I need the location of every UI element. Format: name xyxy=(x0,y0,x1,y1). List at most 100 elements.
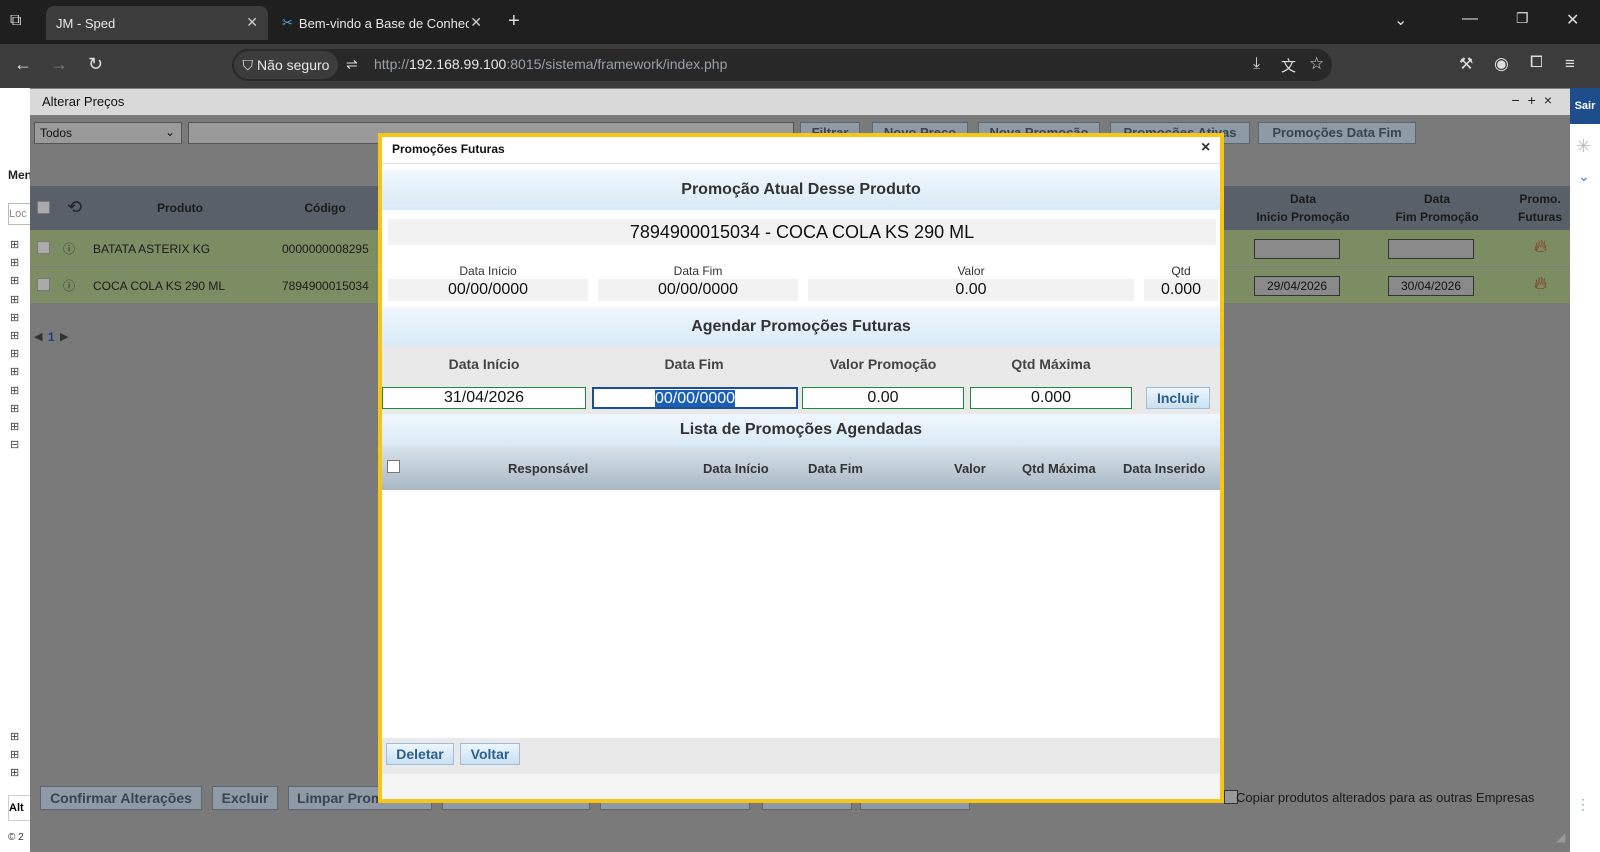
label-data-fim: Data Fim xyxy=(673,264,723,278)
tab-knowledge-base[interactable]: ✂ Bem-vindo a Base de Conhecim ✕ xyxy=(272,6,492,40)
close-icon[interactable]: × xyxy=(1201,139,1210,157)
pager-prev-icon[interactable]: ◀ xyxy=(34,330,42,343)
copy-products-label: Copiar produtos alterados para as outras… xyxy=(1236,790,1535,805)
flame-icon[interactable]: 🔥︎ xyxy=(1534,273,1547,294)
current-qtd: 0.000 xyxy=(1144,279,1218,301)
filter-select[interactable]: Todos ⌄ xyxy=(34,122,182,144)
tree-expanders[interactable]: ⊞ ⊞ ⊞ ⊞ ⊞ ⊞ ⊞ ⊞ ⊞ ⊞ ⊞ ⊟ xyxy=(10,236,28,454)
col-list-data-fim[interactable]: Data Fim xyxy=(808,461,863,476)
row-data-inicio-input[interactable]: 29/04/2026 xyxy=(1254,276,1340,296)
col-data-fim-line1: Data xyxy=(1423,192,1450,206)
col-list-data-inicio[interactable]: Data Início xyxy=(703,461,769,476)
profile-icon[interactable]: ◉ xyxy=(1494,54,1509,74)
shield-icon: ⛉ xyxy=(242,56,254,73)
reload-icon[interactable]: ↻ xyxy=(88,54,103,75)
menu-label: Men xyxy=(8,168,32,182)
excluir-button[interactable]: Excluir xyxy=(212,786,278,810)
confirmar-alteracoes-button[interactable]: Confirmar Alterações xyxy=(40,786,202,810)
menu-icon[interactable]: ≡ xyxy=(1565,54,1575,74)
resize-grip-icon[interactable]: ◢ xyxy=(1556,830,1565,844)
security-chip[interactable]: ⛉ Não seguro xyxy=(234,51,338,79)
col-list-valor[interactable]: Valor xyxy=(954,461,986,476)
col-list-inserido[interactable]: Data Inserido xyxy=(1123,461,1205,476)
locate-input[interactable]: Loc xyxy=(8,203,32,225)
forward-icon[interactable]: → xyxy=(50,54,68,75)
copyright-text: © 2 xyxy=(8,832,24,843)
incluir-button[interactable]: Incluir xyxy=(1146,387,1210,409)
extensions-icon[interactable]: ⧠ xyxy=(1530,54,1543,72)
site-settings-icon[interactable]: ⇌ xyxy=(346,56,358,73)
current-valor: 0.00 xyxy=(808,279,1134,301)
col-codigo[interactable]: Código xyxy=(290,199,360,217)
label-sched-inicio: Data Início xyxy=(448,356,520,372)
window-controls[interactable]: −+× xyxy=(1511,92,1560,108)
list-heading: Lista de Promoções Agendadas xyxy=(382,414,1220,446)
bottom-tab[interactable]: Alt xyxy=(8,795,32,821)
label-sched-valor: Valor Promoção xyxy=(829,356,937,372)
loading-icon: ✳ xyxy=(1576,136,1592,156)
col-responsavel[interactable]: Responsável xyxy=(508,461,588,476)
col-data-inicio-line2: Inicio Promoção xyxy=(1256,210,1350,224)
row-produto: COCA COLA KS 290 ML xyxy=(93,279,226,293)
close-icon[interactable]: ✕ xyxy=(246,14,258,31)
tab-search-icon[interactable]: ⧉ xyxy=(10,12,21,30)
label-qtd: Qtd xyxy=(1171,264,1191,278)
favicon-icon: ✂ xyxy=(282,15,293,30)
current-data-fim: 00/00/0000 xyxy=(598,279,798,301)
select-all-checkbox[interactable] xyxy=(37,201,50,214)
url-text[interactable]: http://192.168.99.100:8015/sistema/frame… xyxy=(374,56,727,72)
row-data-inicio-input[interactable] xyxy=(1254,239,1340,259)
star-icon[interactable]: ☆ xyxy=(1309,54,1324,74)
list-select-all-checkbox[interactable] xyxy=(387,460,400,473)
close-icon[interactable]: ✕ xyxy=(470,14,482,31)
row-data-fim-input[interactable] xyxy=(1388,239,1474,259)
translate-icon[interactable]: 文 xyxy=(1281,55,1296,76)
pager-page[interactable]: 1 xyxy=(48,330,55,344)
restore-icon[interactable]: ❐ xyxy=(1516,10,1529,27)
deletar-button[interactable]: Deletar xyxy=(386,743,454,765)
new-tab-icon[interactable]: + xyxy=(508,10,520,33)
current-promo-heading: Promoção Atual Desse Produto xyxy=(382,170,1220,210)
list-body xyxy=(382,490,1220,738)
promocoes-data-fim-button[interactable]: Promoções Data Fim xyxy=(1258,122,1416,144)
logout-button[interactable]: Sair xyxy=(1570,88,1600,124)
window-titlebar: Alterar Preços xyxy=(30,89,1570,115)
url-path: :8015/sistema/framework/index.php xyxy=(506,56,728,72)
col-list-qtd[interactable]: Qtd Máxima xyxy=(1022,461,1096,476)
sched-inicio-input[interactable]: 31/04/2026 xyxy=(382,387,586,409)
current-product: 7894900015034 - COCA COLA KS 290 ML xyxy=(388,219,1216,245)
scroll-icon[interactable]: ⋮ xyxy=(1576,796,1590,813)
row-codigo: 0000000008295 xyxy=(282,242,369,256)
label-sched-fim: Data Fim xyxy=(664,356,724,372)
modal-titlebar: Promoções Futuras xyxy=(382,137,1220,164)
pager-next-icon[interactable]: ▶ xyxy=(60,330,68,343)
info-icon[interactable]: ⓘ xyxy=(63,277,75,294)
chevron-down-icon[interactable]: ⌄ xyxy=(1394,10,1407,30)
col-produto[interactable]: Produto xyxy=(140,199,220,217)
label-sched-qtd: Qtd Máxima xyxy=(1011,356,1091,372)
modal-title: Promoções Futuras xyxy=(392,142,505,156)
window-close-icon[interactable]: ✕ xyxy=(1566,10,1579,30)
dropdown-circle-icon[interactable]: ⌄ xyxy=(1578,168,1590,185)
modal-bottom-bar xyxy=(382,774,1220,799)
tree-expanders-bottom[interactable]: ⊞ ⊞ ⊞ xyxy=(10,728,19,782)
back-icon[interactable]: ← xyxy=(14,54,32,75)
sched-fim-value: 00/00/0000 xyxy=(654,390,736,407)
refresh-icon[interactable]: ⟲ xyxy=(67,197,82,218)
sched-qtd-input[interactable]: 0.000 xyxy=(970,387,1132,409)
row-checkbox[interactable] xyxy=(37,241,50,254)
minimize-icon[interactable]: — xyxy=(1462,10,1478,28)
row-data-fim-input[interactable]: 30/04/2026 xyxy=(1388,276,1474,296)
install-icon[interactable]: ⤓ xyxy=(1253,55,1260,73)
url-prefix: http:// xyxy=(374,56,410,72)
row-produto: BATATA ASTERIX KG xyxy=(93,242,211,256)
info-icon[interactable]: ⓘ xyxy=(63,240,75,257)
tab-jm-sped[interactable]: JM - Sped ✕ xyxy=(46,6,268,40)
current-data-inicio: 00/00/0000 xyxy=(388,279,588,301)
row-checkbox[interactable] xyxy=(37,278,50,291)
sched-fim-input[interactable]: 00/00/0000 xyxy=(592,387,798,409)
flame-icon[interactable]: 🔥︎ xyxy=(1534,236,1547,257)
wrench-icon[interactable]: ⚒ xyxy=(1459,54,1473,74)
sched-valor-input[interactable]: 0.00 xyxy=(802,387,964,409)
voltar-button[interactable]: Voltar xyxy=(460,743,520,765)
